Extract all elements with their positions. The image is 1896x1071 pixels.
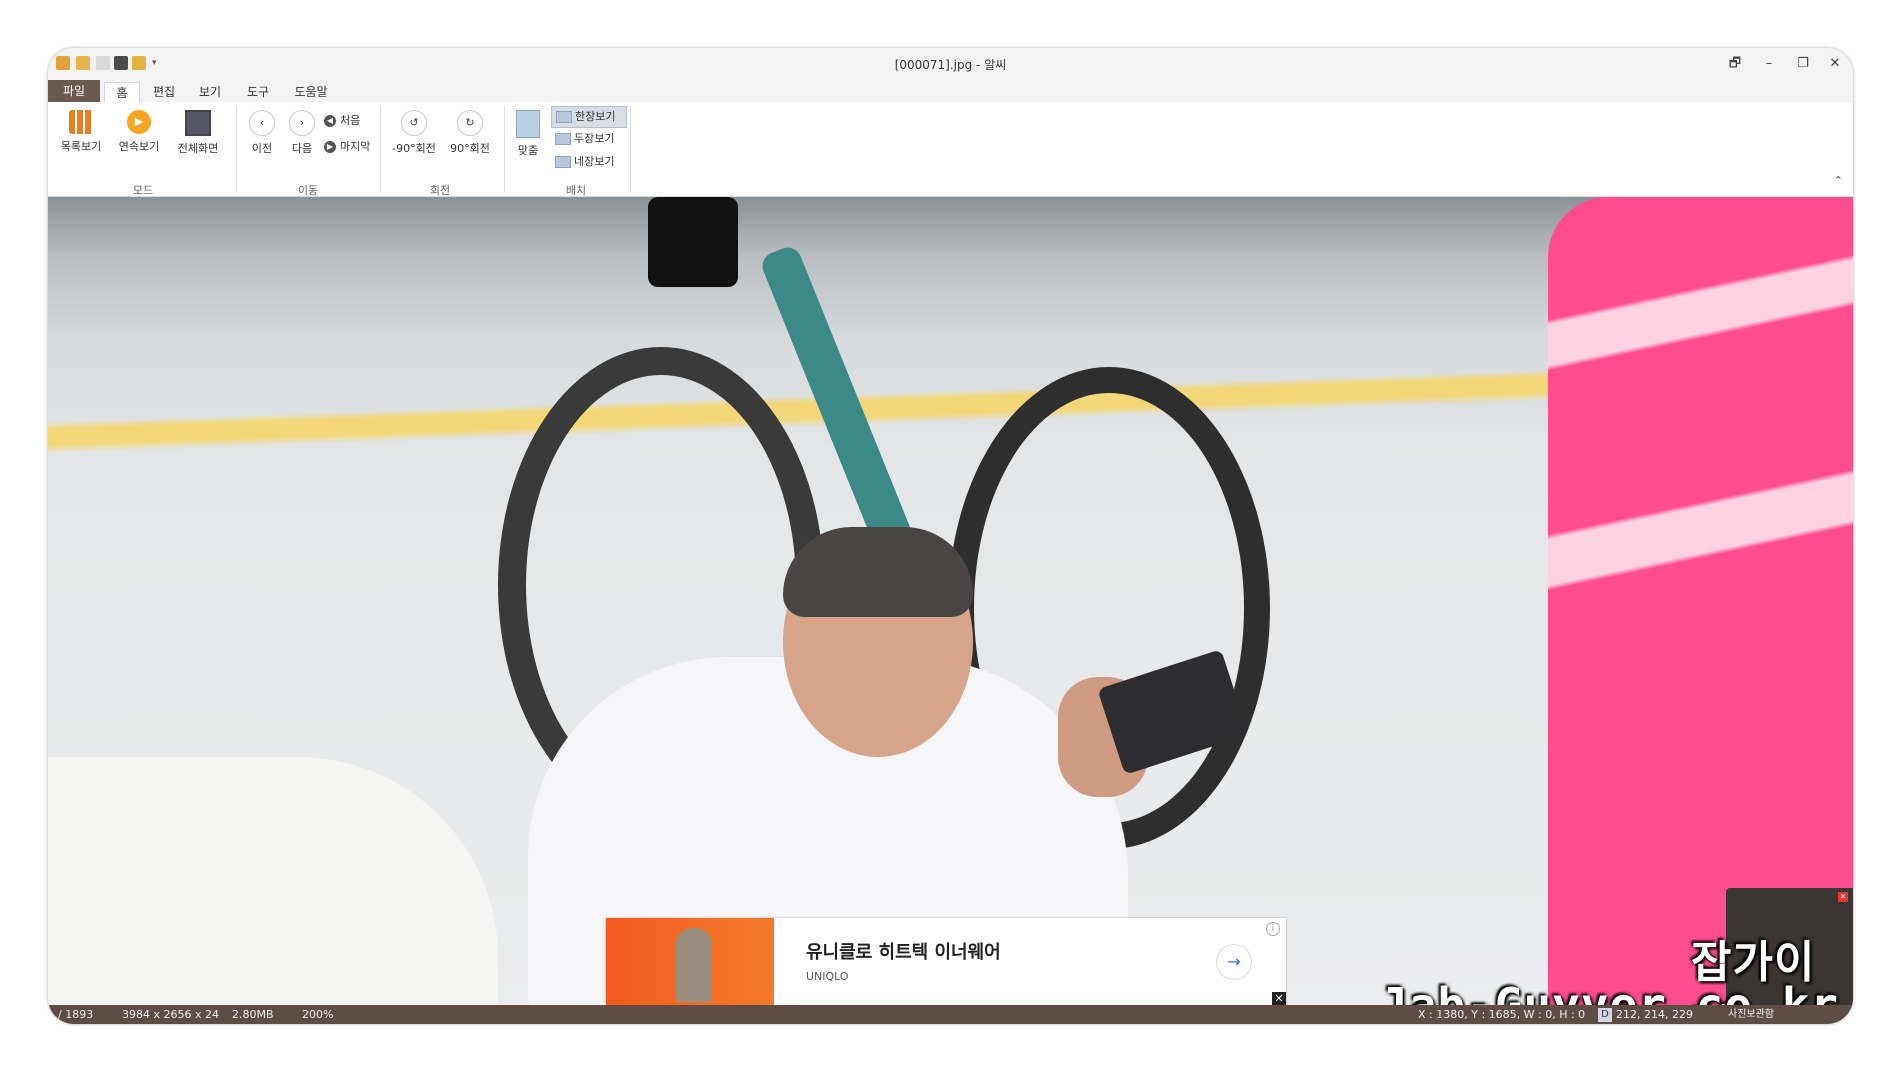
photo-rider [648, 197, 738, 287]
list-view-label: 목록보기 [60, 140, 102, 153]
rotate-left-icon: ↺ [401, 110, 427, 136]
layout-group-label: 배치 [565, 184, 587, 197]
thumbnail-grid-icon [69, 110, 93, 134]
cursor-coordinates: X : 1380, Y : 1685, W : 0, H : 0 [1418, 1008, 1586, 1021]
rotate-cw-label: 90°회전 [450, 142, 490, 155]
first-label: 처음 [340, 114, 361, 127]
move-group-label: 이동 [297, 184, 319, 197]
fullscreen-button[interactable]: 전체화면 [172, 110, 224, 156]
photo-pink-post [1548, 197, 1853, 1005]
chevron-right-icon: › [289, 110, 315, 136]
photo-curb [48, 757, 498, 1005]
tab-help[interactable]: 도움말 [286, 82, 336, 102]
chevron-left-icon: ‹ [249, 110, 275, 136]
image-dimensions: 3984 x 2656 x 24 [122, 1008, 219, 1021]
ad-banner[interactable]: 유니클로 히트텍 이너웨어 UNIQLO → i ✕ [606, 918, 1286, 1006]
color-swatch: D [1598, 1008, 1612, 1022]
tab-home[interactable]: 홈 [104, 82, 140, 103]
collapse-ribbon-icon[interactable]: ⌃ [1834, 174, 1843, 187]
ad-title[interactable]: 유니클로 히트텍 이너웨어 [806, 938, 1001, 964]
photo-person-hair [783, 527, 973, 617]
arrow-right-icon[interactable]: → [1216, 944, 1252, 980]
rotate-ccw-button[interactable]: ↺ -90°회전 [386, 110, 442, 156]
info-icon[interactable]: i [1266, 922, 1280, 936]
ad-brand: UNIQLO [806, 970, 849, 983]
skip-last-icon: ▶ [324, 141, 336, 153]
ad-close-icon[interactable]: ✕ [1272, 992, 1286, 1006]
title-bar: ▾ [000071].jpg - 알씨 🗗 – ❐ ✕ [48, 48, 1853, 80]
window-title: [000071].jpg - 알씨 [894, 58, 1007, 72]
double-view-icon [555, 133, 571, 145]
ad-model-figure [676, 928, 712, 1002]
restore-mode-button[interactable]: 🗗 [1721, 53, 1749, 75]
thumbnail-close-icon[interactable]: ✕ [1838, 892, 1848, 902]
quad-view-icon [555, 156, 571, 168]
group-divider [630, 106, 631, 192]
file-size: 2.80MB [232, 1008, 274, 1021]
ad-image[interactable] [606, 918, 774, 1006]
ribbon: 목록보기 ▶ 연속보기 전체화면 모드 ‹ 이전 › 다음 ◀ 처음 ▶ 마지막 이… [48, 102, 1853, 197]
zoom-level[interactable]: 200% [302, 1005, 333, 1024]
fit-button[interactable]: 맞춤 [508, 110, 548, 158]
next-button[interactable]: › 다음 [284, 110, 320, 156]
quad-view-button[interactable]: 네장보기 [551, 152, 625, 172]
rotate-ccw-label: -90°회전 [392, 142, 436, 155]
close-button[interactable]: ✕ [1821, 53, 1849, 75]
list-view-button[interactable]: 목록보기 [56, 110, 106, 154]
fit-screen-icon [516, 110, 540, 138]
photo-album-label[interactable]: 사진보관함 [1728, 1005, 1774, 1024]
mode-group-label: 모드 [132, 184, 154, 197]
previous-button[interactable]: ‹ 이전 [244, 110, 280, 156]
next-label: 다음 [291, 142, 313, 155]
tab-tools[interactable]: 도구 [238, 82, 278, 102]
play-icon: ▶ [127, 110, 151, 134]
pixel-color: D 212, 214, 229 [1598, 1005, 1693, 1024]
slideshow-button[interactable]: ▶ 연속보기 [114, 110, 164, 154]
fit-label: 맞춤 [517, 144, 539, 157]
last-button[interactable]: ▶ 마지막 [324, 138, 370, 154]
tab-edit[interactable]: 편집 [144, 82, 184, 102]
rotate-cw-button[interactable]: ↻ 90°회전 [444, 110, 496, 156]
group-divider [504, 106, 505, 192]
image-viewer[interactable] [48, 197, 1853, 1005]
rotate-group-label: 회전 [429, 184, 451, 197]
image-index: / 1893 [58, 1008, 94, 1021]
alsee-window: ▾ [000071].jpg - 알씨 🗗 – ❐ ✕ 파일 홈 편집 보기 도… [48, 48, 1853, 1024]
skip-first-icon: ◀ [324, 115, 336, 127]
ribbon-tabs: 파일 홈 편집 보기 도구 도움말 [48, 80, 1853, 103]
previous-label: 이전 [251, 142, 273, 155]
rotate-right-icon: ↻ [457, 110, 483, 136]
status-bar: / 1893 3984 x 2656 x 24 2.80MB 200% X : … [48, 1005, 1853, 1024]
color-value: 212, 214, 229 [1616, 1008, 1693, 1021]
fullscreen-icon [185, 110, 211, 136]
tab-file[interactable]: 파일 [48, 80, 100, 102]
group-divider [380, 106, 381, 192]
slideshow-label: 연속보기 [118, 140, 160, 153]
single-view-label: 한장보기 [575, 110, 616, 123]
first-button[interactable]: ◀ 처음 [324, 112, 360, 128]
double-view-label: 두장보기 [574, 132, 615, 145]
group-divider [236, 106, 237, 192]
single-view-icon [556, 111, 572, 123]
minimize-button[interactable]: – [1755, 53, 1783, 75]
fullscreen-label: 전체화면 [177, 142, 219, 155]
double-view-button[interactable]: 두장보기 [551, 129, 625, 149]
quad-view-label: 네장보기 [574, 155, 615, 168]
tab-view[interactable]: 보기 [190, 82, 230, 102]
maximize-button[interactable]: ❐ [1789, 53, 1817, 75]
single-view-button[interactable]: 한장보기 [551, 106, 627, 128]
last-label: 마지막 [340, 140, 371, 153]
